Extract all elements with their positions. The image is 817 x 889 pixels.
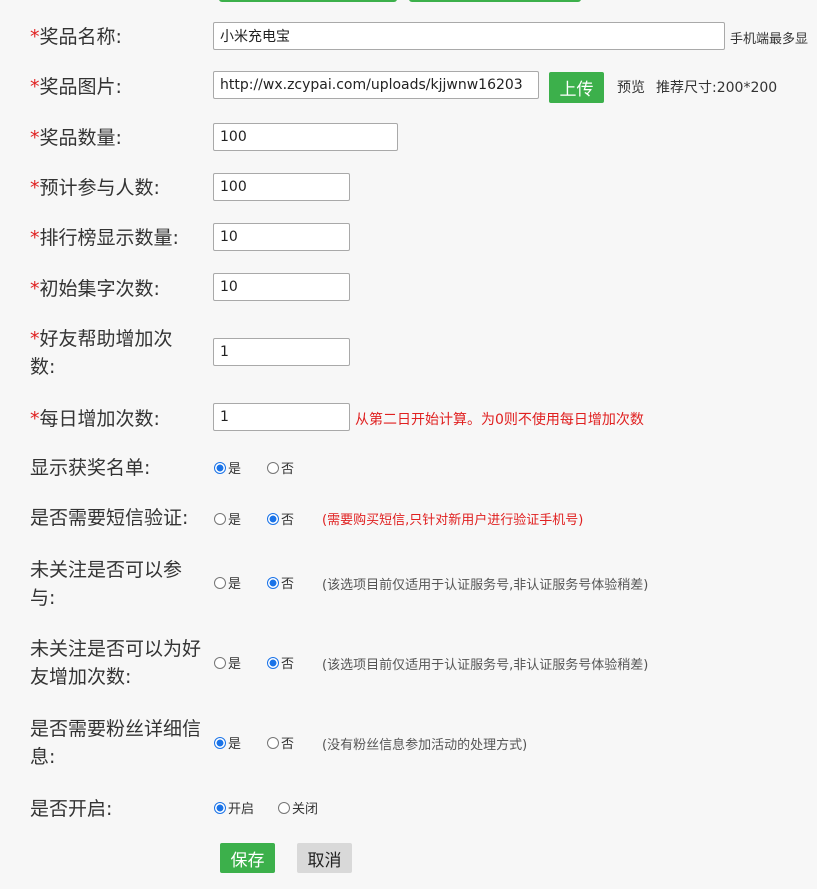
sms-verify-yes-radio[interactable]: 是 xyxy=(214,509,241,528)
radio-checked-icon xyxy=(267,512,279,525)
show-winners-yes-radio[interactable]: 是 xyxy=(214,458,241,477)
unfollowed-help-hint: (该选项目前仅适用于认证服务号,非认证服务号体验稍差) xyxy=(322,658,649,673)
daily-increase-label: *每日增加次数: xyxy=(30,408,160,430)
fan-details-label: 是否需要粉丝详细信息: xyxy=(30,718,202,768)
image-size-hint: 推荐尺寸:200*200 xyxy=(656,80,778,96)
top-button-left[interactable] xyxy=(219,0,397,2)
prize-image-label: *奖品图片: xyxy=(30,76,122,98)
prize-name-hint: 手机端最多显 xyxy=(730,32,809,47)
upload-button[interactable]: 上传 xyxy=(549,72,604,103)
prize-name-input[interactable] xyxy=(213,22,725,50)
radio-unchecked-icon xyxy=(214,576,226,589)
fan-details-hint: (没有粉丝信息参加活动的处理方式) xyxy=(322,738,528,753)
prize-quantity-input[interactable] xyxy=(213,123,398,151)
fan-details-no-radio[interactable]: 否 xyxy=(267,733,294,752)
unfollowed-join-label: 未关注是否可以参与: xyxy=(30,559,183,609)
unfollowed-help-no-radio[interactable]: 否 xyxy=(267,653,294,672)
prize-image-url-input[interactable] xyxy=(213,71,539,99)
unfollowed-join-hint: (该选项目前仅适用于认证服务号,非认证服务号体验稍差) xyxy=(322,578,649,593)
save-button[interactable]: 保存 xyxy=(220,843,275,873)
show-winners-label: 显示获奖名单: xyxy=(30,457,151,479)
prize-quantity-label: *奖品数量: xyxy=(30,127,122,149)
radio-checked-icon xyxy=(214,736,226,749)
sms-verify-no-radio[interactable]: 否 xyxy=(267,509,294,528)
unfollowed-join-yes-radio[interactable]: 是 xyxy=(214,573,241,592)
sms-verify-hint: (需要购买短信,只针对新用户进行验证手机号) xyxy=(322,513,584,528)
unfollowed-join-no-radio[interactable]: 否 xyxy=(267,573,294,592)
enabled-label: 是否开启: xyxy=(30,798,113,820)
preview-link[interactable]: 预览 xyxy=(617,77,645,97)
sms-verify-label: 是否需要短信验证: xyxy=(30,507,189,529)
show-winners-no-radio[interactable]: 否 xyxy=(267,458,294,477)
radio-unchecked-icon xyxy=(267,461,279,474)
friend-help-count-input[interactable] xyxy=(213,338,350,366)
fan-details-yes-radio[interactable]: 是 xyxy=(214,733,241,752)
enabled-on-radio[interactable]: 开启 xyxy=(214,798,254,817)
unfollowed-help-yes-radio[interactable]: 是 xyxy=(214,653,241,672)
expected-participants-label: *预计参与人数: xyxy=(30,177,160,199)
radio-checked-icon xyxy=(267,576,279,589)
leaderboard-count-label: *排行榜显示数量: xyxy=(30,227,179,249)
cancel-button[interactable]: 取消 xyxy=(297,843,352,873)
initial-collect-count-label: *初始集字次数: xyxy=(30,278,160,300)
radio-unchecked-icon xyxy=(278,801,290,814)
radio-unchecked-icon xyxy=(214,656,226,669)
prize-name-label: *奖品名称: xyxy=(30,26,122,48)
daily-increase-hint: 从第二日开始计算。为0则不使用每日增加次数 xyxy=(355,412,644,428)
radio-unchecked-icon xyxy=(267,736,279,749)
leaderboard-count-input[interactable] xyxy=(213,223,350,251)
friend-help-count-label: *好友帮助增加次数: xyxy=(30,328,173,378)
initial-collect-count-input[interactable] xyxy=(213,273,350,301)
radio-checked-icon xyxy=(214,801,226,814)
expected-participants-input[interactable] xyxy=(213,173,350,201)
radio-checked-icon xyxy=(214,461,226,474)
enabled-off-radio[interactable]: 关闭 xyxy=(278,798,318,817)
radio-checked-icon xyxy=(267,656,279,669)
radio-unchecked-icon xyxy=(214,512,226,525)
top-button-right[interactable] xyxy=(409,0,581,2)
daily-increase-input[interactable] xyxy=(213,403,350,431)
unfollowed-help-label: 未关注是否可以为好友增加次数: xyxy=(30,638,202,688)
